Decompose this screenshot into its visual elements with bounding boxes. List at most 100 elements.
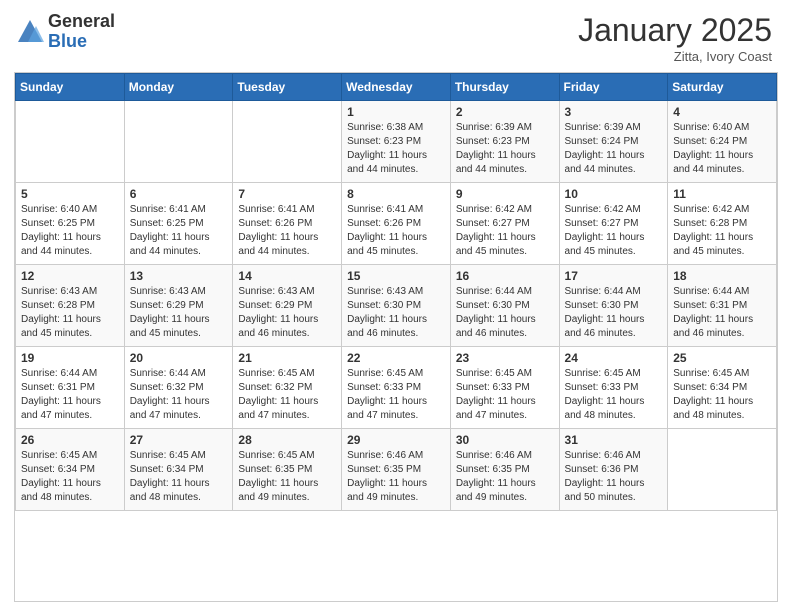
day-info: Sunrise: 6:45 AMSunset: 6:35 PMDaylight:… [238, 449, 336, 505]
calendar-cell: 31 Sunrise: 6:46 AMSunset: 6:36 PMDayligh… [559, 429, 668, 511]
day-number: 16 [456, 269, 554, 283]
day-number: 25 [673, 351, 771, 365]
calendar-cell: 10Sunrise: 6:42 AMSunset: 6:27 PMDayligh… [559, 183, 668, 265]
calendar-cell: 7Sunrise: 6:41 AMSunset: 6:26 PMDaylight… [233, 183, 342, 265]
calendar-table: SundayMondayTuesdayWednesdayThursdayFrid… [15, 73, 777, 511]
calendar-cell: 1Sunrise: 6:38 AMSunset: 6:23 PMDaylight… [342, 101, 451, 183]
day-number: 10 [565, 187, 663, 201]
calendar-cell: 19 Sunrise: 6:44 AMSunset: 6:31 PMDayligh… [16, 347, 125, 429]
day-info: Sunrise: 6:45 AMSunset: 6:34 PMDaylight:… [673, 367, 771, 423]
day-number: 3 [565, 105, 663, 119]
logo-icon [16, 18, 44, 46]
calendar-week-row: 19 Sunrise: 6:44 AMSunset: 6:31 PMDayligh… [16, 347, 777, 429]
calendar-cell [668, 429, 777, 511]
day-info: Sunrise: 6:42 AMSunset: 6:27 PMDaylight:… [456, 203, 554, 259]
day-number: 29 [347, 433, 445, 447]
day-info: Sunrise: 6:45 AMSunset: 6:34 PMDaylight:… [130, 449, 228, 505]
calendar-cell: 25 Sunrise: 6:45 AMSunset: 6:34 PMDayligh… [668, 347, 777, 429]
page: General Blue January 2025 Zitta, Ivory C… [0, 0, 792, 612]
day-number: 19 [21, 351, 119, 365]
day-number: 27 [130, 433, 228, 447]
day-info: Sunrise: 6:45 AMSunset: 6:33 PMDaylight:… [347, 367, 445, 423]
weekday-header: Saturday [668, 74, 777, 101]
weekday-header: Thursday [450, 74, 559, 101]
day-number: 21 [238, 351, 336, 365]
day-number: 20 [130, 351, 228, 365]
calendar-cell: 24 Sunrise: 6:45 AMSunset: 6:33 PMDayligh… [559, 347, 668, 429]
day-info: Sunrise: 6:44 AMSunset: 6:31 PMDaylight:… [21, 367, 119, 423]
weekday-header: Monday [124, 74, 233, 101]
day-info: Sunrise: 6:44 AMSunset: 6:32 PMDaylight:… [130, 367, 228, 423]
calendar-cell: 11Sunrise: 6:42 AMSunset: 6:28 PMDayligh… [668, 183, 777, 265]
logo: General Blue [16, 12, 115, 52]
calendar-header: SundayMondayTuesdayWednesdayThursdayFrid… [16, 74, 777, 101]
day-number: 28 [238, 433, 336, 447]
day-number: 30 [456, 433, 554, 447]
day-number: 6 [130, 187, 228, 201]
calendar-cell: 3Sunrise: 6:39 AMSunset: 6:24 PMDaylight… [559, 101, 668, 183]
day-info: Sunrise: 6:46 AMSunset: 6:35 PMDaylight:… [347, 449, 445, 505]
calendar-cell: 29 Sunrise: 6:46 AMSunset: 6:35 PMDayligh… [342, 429, 451, 511]
calendar-cell: 21 Sunrise: 6:45 AMSunset: 6:32 PMDayligh… [233, 347, 342, 429]
calendar-cell: 8 Sunrise: 6:41 AMSunset: 6:26 PMDaylight… [342, 183, 451, 265]
day-number: 18 [673, 269, 771, 283]
day-number: 26 [21, 433, 119, 447]
day-number: 14 [238, 269, 336, 283]
day-info: Sunrise: 6:41 AMSunset: 6:26 PMDaylight:… [238, 203, 336, 259]
day-info: Sunrise: 6:43 AMSunset: 6:28 PMDaylight:… [21, 285, 119, 341]
day-info: Sunrise: 6:43 AMSunset: 6:29 PMDaylight:… [238, 285, 336, 341]
day-info: Sunrise: 6:45 AMSunset: 6:34 PMDaylight:… [21, 449, 119, 505]
calendar-cell: 23Sunrise: 6:45 AMSunset: 6:33 PMDayligh… [450, 347, 559, 429]
calendar-cell: 18Sunrise: 6:44 AMSunset: 6:31 PMDayligh… [668, 265, 777, 347]
day-info: Sunrise: 6:45 AMSunset: 6:33 PMDaylight:… [565, 367, 663, 423]
calendar: SundayMondayTuesdayWednesdayThursdayFrid… [14, 72, 778, 602]
day-info: Sunrise: 6:46 AMSunset: 6:36 PMDaylight:… [565, 449, 663, 505]
calendar-week-row: 5Sunrise: 6:40 AMSunset: 6:25 PMDaylight… [16, 183, 777, 265]
weekday-row: SundayMondayTuesdayWednesdayThursdayFrid… [16, 74, 777, 101]
day-info: Sunrise: 6:41 AMSunset: 6:26 PMDaylight:… [347, 203, 445, 259]
location: Zitta, Ivory Coast [578, 49, 772, 64]
calendar-cell: 2 Sunrise: 6:39 AMSunset: 6:23 PMDaylight… [450, 101, 559, 183]
weekday-header: Wednesday [342, 74, 451, 101]
weekday-header: Friday [559, 74, 668, 101]
day-info: Sunrise: 6:40 AMSunset: 6:24 PMDaylight:… [673, 121, 771, 177]
weekday-header: Sunday [16, 74, 125, 101]
calendar-cell: 30 Sunrise: 6:46 AMSunset: 6:35 PMDayligh… [450, 429, 559, 511]
day-info: Sunrise: 6:44 AMSunset: 6:30 PMDaylight:… [565, 285, 663, 341]
day-info: Sunrise: 6:43 AMSunset: 6:29 PMDaylight:… [130, 285, 228, 341]
day-info: Sunrise: 6:46 AMSunset: 6:35 PMDaylight:… [456, 449, 554, 505]
calendar-cell: 6Sunrise: 6:41 AMSunset: 6:25 PMDaylight… [124, 183, 233, 265]
day-number: 11 [673, 187, 771, 201]
day-number: 24 [565, 351, 663, 365]
calendar-week-row: 12 Sunrise: 6:43 AMSunset: 6:28 PMDayligh… [16, 265, 777, 347]
logo-text: General Blue [48, 12, 115, 52]
logo-blue: Blue [48, 32, 115, 52]
day-number: 15 [347, 269, 445, 283]
calendar-week-row: 26 Sunrise: 6:45 AMSunset: 6:34 PMDayligh… [16, 429, 777, 511]
day-number: 31 [565, 433, 663, 447]
day-number: 1 [347, 105, 445, 119]
day-number: 9 [456, 187, 554, 201]
day-info: Sunrise: 6:45 AMSunset: 6:33 PMDaylight:… [456, 367, 554, 423]
title-block: January 2025 Zitta, Ivory Coast [578, 12, 772, 64]
day-number: 4 [673, 105, 771, 119]
month-title: January 2025 [578, 12, 772, 49]
day-number: 8 [347, 187, 445, 201]
day-info: Sunrise: 6:45 AMSunset: 6:32 PMDaylight:… [238, 367, 336, 423]
day-info: Sunrise: 6:44 AMSunset: 6:30 PMDaylight:… [456, 285, 554, 341]
calendar-cell: 15Sunrise: 6:43 AMSunset: 6:30 PMDayligh… [342, 265, 451, 347]
calendar-cell: 28 Sunrise: 6:45 AMSunset: 6:35 PMDayligh… [233, 429, 342, 511]
calendar-cell: 14 Sunrise: 6:43 AMSunset: 6:29 PMDayligh… [233, 265, 342, 347]
calendar-cell: 16 Sunrise: 6:44 AMSunset: 6:30 PMDayligh… [450, 265, 559, 347]
calendar-body: 1Sunrise: 6:38 AMSunset: 6:23 PMDaylight… [16, 101, 777, 511]
logo-general: General [48, 12, 115, 32]
day-number: 5 [21, 187, 119, 201]
weekday-header: Tuesday [233, 74, 342, 101]
calendar-cell: 5Sunrise: 6:40 AMSunset: 6:25 PMDaylight… [16, 183, 125, 265]
day-number: 2 [456, 105, 554, 119]
calendar-cell: 27 Sunrise: 6:45 AMSunset: 6:34 PMDayligh… [124, 429, 233, 511]
calendar-week-row: 1Sunrise: 6:38 AMSunset: 6:23 PMDaylight… [16, 101, 777, 183]
day-number: 12 [21, 269, 119, 283]
day-info: Sunrise: 6:39 AMSunset: 6:23 PMDaylight:… [456, 121, 554, 177]
calendar-cell [233, 101, 342, 183]
